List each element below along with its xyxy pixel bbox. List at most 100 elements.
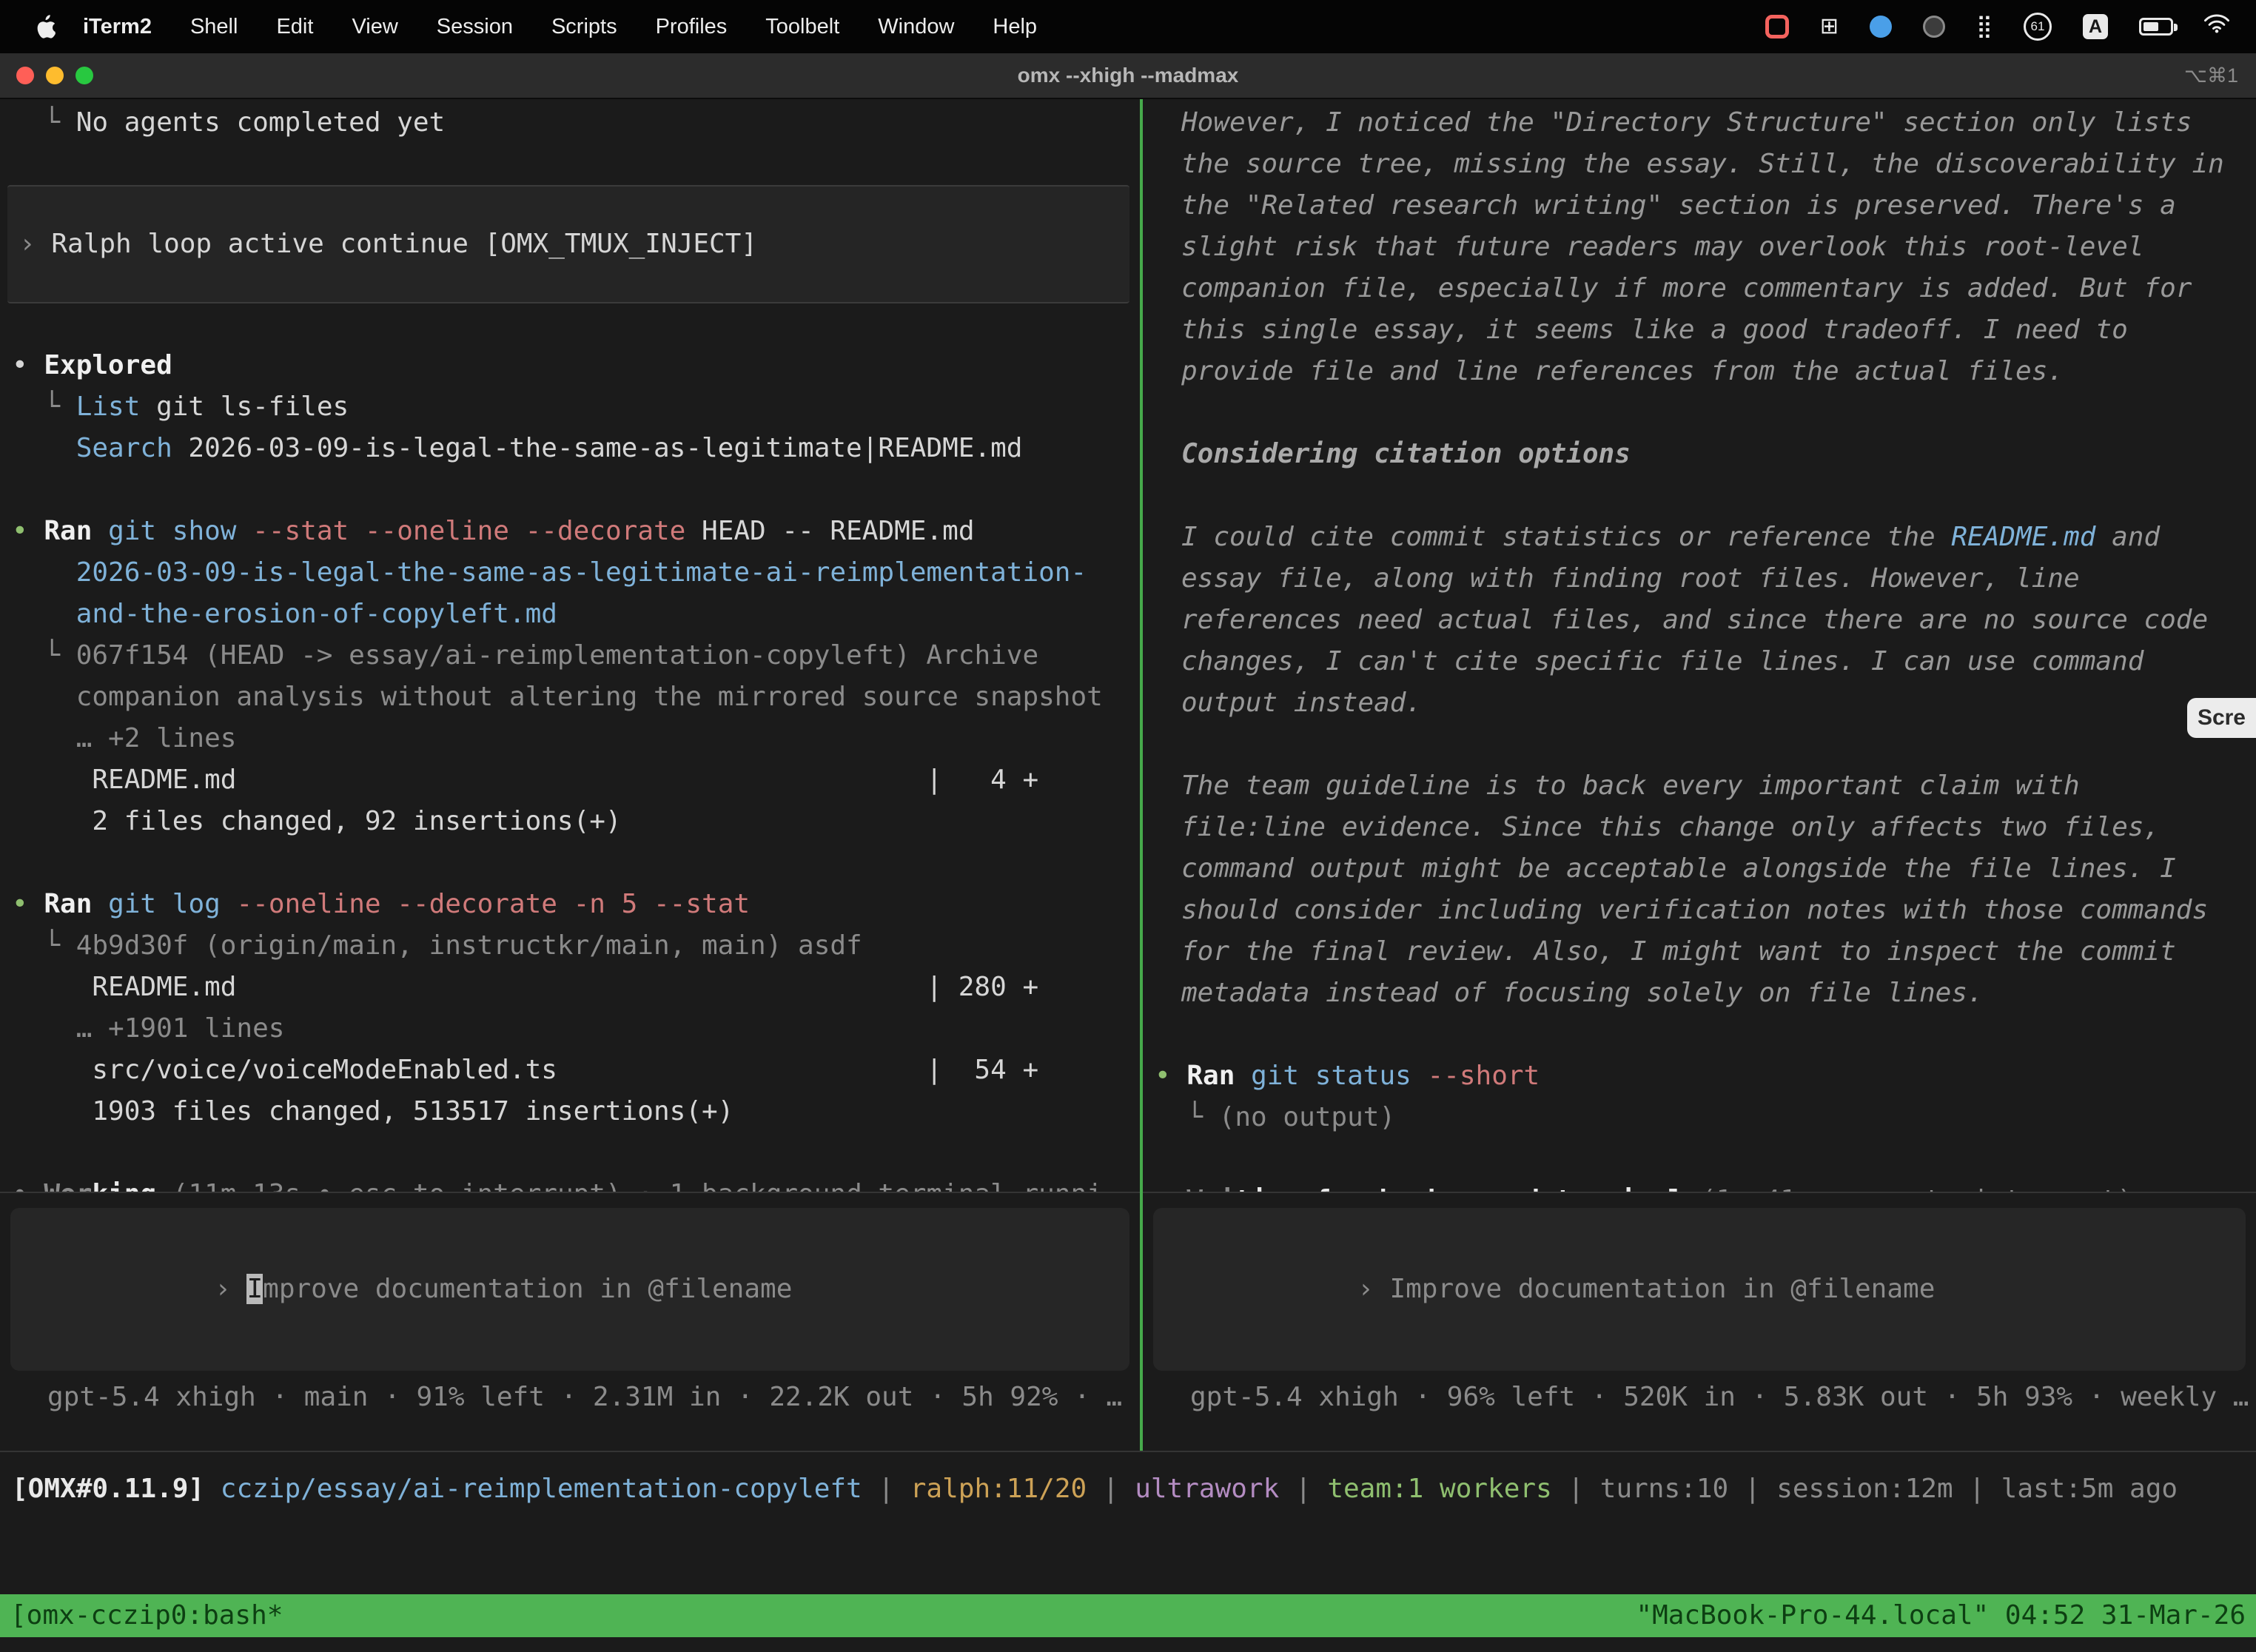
terminal-line: I could cite commit statistics or refere… <box>1155 517 2256 724</box>
omx-status-segment: | <box>1552 1474 1600 1504</box>
right-prompt-input[interactable]: › Improve documentation in @filename <box>1153 1208 2246 1371</box>
omx-status-segment: | <box>1279 1474 1327 1504</box>
terminal-line: └ No agents completed yet <box>12 102 1140 144</box>
terminal-line: Search 2026-03-09-is-legal-the-same-as-l… <box>12 428 1140 469</box>
screen-recording-indicator-icon[interactable] <box>1765 15 1789 38</box>
right-model-status-line: gpt-5.4 xhigh · 96% left · 520K in · 5.8… <box>1143 1377 2256 1418</box>
omx-status-segment: session:12m <box>1776 1474 1953 1504</box>
battery-gauge-icon[interactable]: 61 <box>2024 13 2052 41</box>
left-model-status-line: gpt-5.4 xhigh · main · 91% left · 2.31M … <box>0 1377 1140 1418</box>
input-placeholder-text: mprove documentation in @filename <box>263 1274 792 1304</box>
terminal-line <box>12 303 1140 345</box>
menu-item-help[interactable]: Help <box>993 15 1037 39</box>
terminal-line <box>12 842 1140 884</box>
terminal-line <box>1155 392 2256 434</box>
input-source-badge[interactable]: A <box>2083 14 2108 39</box>
left-scrollback: └ No agents completed yet › Ralph loop ac… <box>0 99 1140 1192</box>
battery-icon[interactable] <box>2139 18 2173 36</box>
browser-icon[interactable] <box>1870 16 1892 38</box>
terminal-line: 2026-03-09-is-legal-the-same-as-legitima… <box>12 552 1140 594</box>
menu-item-window[interactable]: Window <box>878 15 954 39</box>
omx-status-segment: ralph:11/20 <box>910 1474 1087 1504</box>
menu-item-edit[interactable]: Edit <box>276 15 313 39</box>
terminal-line <box>12 1132 1140 1174</box>
omx-status-segment: cczip/essay/ai-reimplementation-copyleft <box>221 1474 862 1504</box>
terminal-line: companion analysis without altering the … <box>12 676 1140 718</box>
prompt-chevron: › <box>215 1274 246 1304</box>
terminal-line <box>1155 1138 2256 1180</box>
pane-right[interactable]: However, I noticed the "Directory Struct… <box>1143 99 2256 1451</box>
wifi-icon[interactable] <box>2204 14 2229 39</box>
omx-status-segment: last:5m ago <box>2001 1474 2178 1504</box>
menu-app-name[interactable]: iTerm2 <box>83 15 152 39</box>
window-shortcut-badge: ⌥⌘1 <box>2184 64 2256 87</box>
terminal-line: • Ran git log --oneline --decorate -n 5 … <box>12 884 1140 925</box>
terminal-line: … +1901 lines <box>12 1008 1140 1050</box>
terminal-line: • Ran git status --short <box>1155 1055 2256 1097</box>
dots-grid-icon[interactable]: ⣿ <box>1976 16 1993 38</box>
omx-status-segment: | <box>1953 1474 2001 1504</box>
screen-share-button[interactable]: Scre <box>2187 698 2256 738</box>
terminal-line: and-the-erosion-of-copyleft.md <box>12 594 1140 635</box>
omx-status-segment: [OMX#0.11.9] <box>12 1474 221 1504</box>
text-cursor: I <box>246 1274 263 1304</box>
menu-item-shell[interactable]: Shell <box>190 15 238 39</box>
omx-status-bar: [OMX#0.11.9] cczip/essay/ai-reimplementa… <box>0 1452 2256 1510</box>
left-pane-bottom: › Improve documentation in @filename gpt… <box>0 1192 1140 1451</box>
title-bar[interactable]: omx --xhigh --madmax ⌥⌘1 <box>0 53 2256 99</box>
terminal-line: 1903 files changed, 513517 insertions(+) <box>12 1091 1140 1132</box>
terminal-line: └ List git ls-files <box>12 386 1140 428</box>
terminal-line: However, I noticed the "Directory Struct… <box>1155 102 2256 392</box>
menu-item-view[interactable]: View <box>352 15 397 39</box>
prompt-chevron: › <box>1357 1274 1389 1304</box>
terminal-line <box>1155 1014 2256 1055</box>
menu-item-session[interactable]: Session <box>437 15 513 39</box>
tmux-session-label: [omx-cczip0:bash* <box>10 1595 283 1636</box>
grid-icon[interactable]: ⊞ <box>1820 16 1839 38</box>
omx-status-segment: turns:10 <box>1600 1474 1728 1504</box>
omx-status-segment: | <box>862 1474 910 1504</box>
terminal-line: └ 4b9d30f (origin/main, instructkr/main,… <box>12 925 1140 967</box>
right-pane-bottom: › Improve documentation in @filename gpt… <box>1143 1192 2256 1451</box>
terminal-line: • Explored <box>12 345 1140 386</box>
pane-left[interactable]: └ No agents completed yet › Ralph loop ac… <box>0 99 1140 1451</box>
terminal-line: • Waiting for background terminal (1m 41… <box>1155 1180 2256 1192</box>
zoom-button[interactable] <box>75 67 93 84</box>
terminal-line: • Ran git show --stat --oneline --decora… <box>12 511 1140 552</box>
omx-status-segment: team:1 workers <box>1327 1474 1551 1504</box>
terminal-line: … +2 lines <box>12 718 1140 759</box>
terminal-line: README.md | 280 + <box>12 967 1140 1008</box>
tmux-status-bar: [omx-cczip0:bash* "MacBook-Pro-44.local"… <box>0 1594 2256 1637</box>
left-pane-separator <box>0 1192 1140 1193</box>
split-panes: └ No agents completed yet › Ralph loop ac… <box>0 99 2256 1451</box>
menu-item-toolbelt[interactable]: Toolbelt <box>765 15 839 39</box>
menu-item-profiles[interactable]: Profiles <box>656 15 728 39</box>
minimize-button[interactable] <box>46 67 64 84</box>
menu-bar: iTerm2 Shell Edit View Session Scripts P… <box>0 0 2256 53</box>
left-prompt-input[interactable]: › Improve documentation in @filename <box>10 1208 1129 1371</box>
terminal-line: README.md | 4 + <box>12 759 1140 801</box>
close-button[interactable] <box>16 67 34 84</box>
terminal-line: 2 files changed, 92 insertions(+) <box>12 801 1140 842</box>
tmux-host-clock: "MacBook-Pro-44.local" 04:52 31-Mar-26 <box>1636 1595 2246 1636</box>
terminal-line: The team guideline is to back every impo… <box>1155 765 2256 1014</box>
apple-menu-icon[interactable] <box>37 15 56 38</box>
terminal-line <box>1155 475 2256 517</box>
omx-status-segment: | <box>1728 1474 1776 1504</box>
right-pane-separator <box>1143 1192 2256 1193</box>
omx-status-segment: | <box>1087 1474 1135 1504</box>
terminal-line <box>1155 724 2256 765</box>
input-placeholder-text: Improve documentation in @filename <box>1389 1274 1935 1304</box>
right-scrollback: However, I noticed the "Directory Struct… <box>1143 99 2256 1192</box>
desktop: iTerm2 Shell Edit View Session Scripts P… <box>0 0 2256 1652</box>
app-icon[interactable] <box>1923 16 1945 38</box>
terminal-line: Considering citation options <box>1155 434 2256 475</box>
terminal-line: └ 067f154 (HEAD -> essay/ai-reimplementa… <box>12 635 1140 676</box>
omx-status-segment: ultrawork <box>1135 1474 1279 1504</box>
inject-banner: › Ralph loop active continue [OMX_TMUX_I… <box>7 185 1129 303</box>
window-title: omx --xhigh --madmax <box>0 64 2256 87</box>
menu-item-scripts[interactable]: Scripts <box>551 15 617 39</box>
terminal-line <box>12 144 1140 185</box>
terminal-line <box>12 469 1140 511</box>
terminal-line: └ (no output) <box>1155 1097 2256 1138</box>
